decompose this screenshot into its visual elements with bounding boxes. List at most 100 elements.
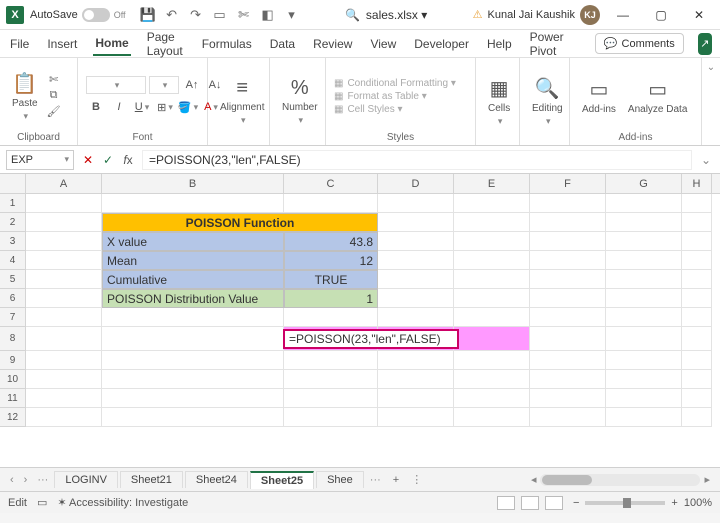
cell[interactable] [682,351,712,370]
cell[interactable] [682,289,712,308]
row-header[interactable]: 2 [0,213,26,232]
row-header[interactable]: 3 [0,232,26,251]
cell[interactable] [682,194,712,213]
tab-view[interactable]: View [368,33,398,55]
fill-color-button[interactable]: 🪣▾ [178,98,198,116]
number-button[interactable]: % Number ▾ [278,75,322,128]
col-header-e[interactable]: E [454,174,530,193]
col-header-f[interactable]: F [530,174,606,193]
tab-home[interactable]: Home [93,32,130,56]
sheet-nav-more[interactable]: ··· [33,474,52,486]
row-header[interactable]: 8 [0,327,26,351]
cell[interactable] [606,289,682,308]
cancel-formula-button[interactable]: ✕ [80,153,96,167]
cell[interactable] [530,327,606,351]
increase-font-icon[interactable]: A↑ [182,76,202,94]
qat-icon-1[interactable]: ▭ [212,7,228,23]
tab-review[interactable]: Review [311,33,354,55]
col-header-a[interactable]: A [26,174,102,193]
cell[interactable] [606,389,682,408]
cell[interactable] [530,289,606,308]
toggle-off-icon[interactable] [82,8,110,22]
cell[interactable] [26,213,102,232]
user-account[interactable]: ⚠ Kunal Jai Kaushik KJ [473,5,600,25]
cell[interactable] [454,408,530,427]
cell-label[interactable]: Cumulative [102,270,284,289]
page-break-view-button[interactable] [545,496,563,510]
undo-icon[interactable]: ↶ [164,7,180,23]
cell[interactable] [530,408,606,427]
cell[interactable] [530,194,606,213]
tab-page-layout[interactable]: Page Layout [145,26,186,62]
cell[interactable] [378,389,454,408]
cell[interactable] [530,270,606,289]
zoom-in-button[interactable]: + [671,497,677,509]
enter-formula-button[interactable]: ✓ [100,153,116,167]
col-header-h[interactable]: H [682,174,712,193]
cell[interactable] [454,213,530,232]
cell[interactable] [454,289,530,308]
cell[interactable] [606,213,682,232]
row-header[interactable]: 11 [0,389,26,408]
border-button[interactable]: ⊞▾ [155,98,175,116]
sheet-tab[interactable]: Shee [316,471,364,488]
tab-formulas[interactable]: Formulas [200,33,254,55]
tab-insert[interactable]: Insert [45,33,79,55]
cell-value[interactable]: 1 [284,289,378,308]
underline-button[interactable]: U▾ [132,98,152,116]
cell-value[interactable]: 12 [284,251,378,270]
cell[interactable] [102,351,284,370]
cell[interactable] [454,370,530,389]
cell[interactable] [378,408,454,427]
row-header[interactable]: 5 [0,270,26,289]
hscroll-left[interactable]: ◂ [527,473,541,486]
search-icon[interactable]: 🔍 [345,8,360,22]
accessibility-status[interactable]: ✶ Accessibility: Investigate [57,496,188,509]
comments-button[interactable]: 💬 Comments [595,33,684,54]
cell[interactable] [682,213,712,232]
zoom-level[interactable]: 100% [684,497,712,509]
format-as-table-button[interactable]: ▦Format as Table ▾ [334,91,456,102]
font-name-dropdown[interactable]: ▾ [86,76,146,94]
cell[interactable] [378,251,454,270]
qat-icon-2[interactable]: ✄ [236,7,252,23]
tab-split-handle[interactable]: ⋮ [407,473,426,486]
sheet-tab[interactable]: Sheet24 [185,471,248,488]
cell[interactable] [378,308,454,327]
format-painter-icon[interactable]: 🖌 [46,105,62,119]
cell[interactable] [102,194,284,213]
cell[interactable] [26,270,102,289]
addins-button[interactable]: ▭ Add-ins [578,75,620,117]
cell[interactable] [26,232,102,251]
cell[interactable] [530,389,606,408]
paste-button[interactable]: 📋 Paste ▾ [8,69,42,124]
zoom-slider[interactable] [585,501,665,505]
cell[interactable] [284,408,378,427]
cell[interactable] [284,194,378,213]
autosave-toggle[interactable]: AutoSave Off [30,8,126,22]
cell[interactable] [26,289,102,308]
expand-formula-bar-button[interactable]: ⌄ [698,153,714,167]
row-header[interactable]: 1 [0,194,26,213]
cell[interactable] [26,389,102,408]
hscroll-thumb[interactable] [542,475,592,485]
redo-icon[interactable]: ↷ [188,7,204,23]
cell[interactable] [530,251,606,270]
col-header-d[interactable]: D [378,174,454,193]
collapse-ribbon-button[interactable]: ⌄ [702,58,720,145]
cell[interactable] [454,194,530,213]
cell[interactable] [102,308,284,327]
cell[interactable] [682,389,712,408]
cell[interactable] [606,370,682,389]
cell[interactable] [454,232,530,251]
cell-label[interactable]: POISSON Distribution Value [102,289,284,308]
cell[interactable] [530,351,606,370]
sheet-tab[interactable]: Sheet21 [120,471,183,488]
cell[interactable] [454,308,530,327]
col-header-b[interactable]: B [102,174,284,193]
zoom-out-button[interactable]: − [573,497,579,509]
cell[interactable] [682,370,712,389]
col-header-c[interactable]: C [284,174,378,193]
row-header[interactable]: 9 [0,351,26,370]
save-icon[interactable]: 💾 [140,7,156,23]
